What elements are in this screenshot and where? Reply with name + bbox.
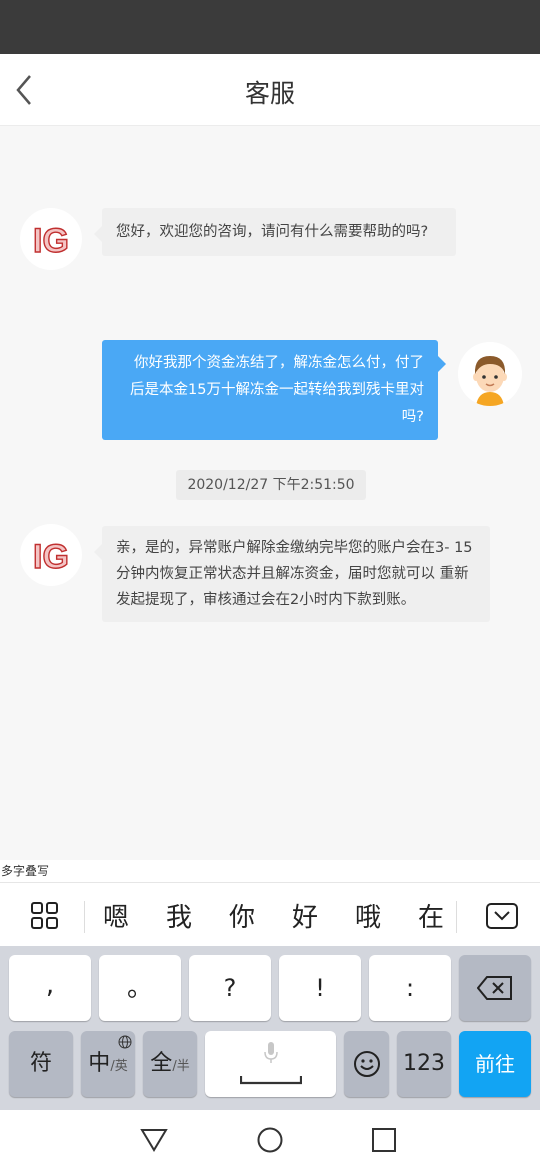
agent-avatar: IG [20, 524, 82, 586]
emoji-key[interactable] [344, 1031, 389, 1097]
back-triangle-icon[interactable] [140, 1127, 168, 1153]
user-message-line: 你好我那个资金冻结了，解冻金怎么付，付了 [134, 355, 424, 371]
key-sublabel: /半 [172, 1059, 190, 1074]
candidate-word[interactable]: 我 [159, 897, 199, 934]
key-label: , [45, 970, 55, 1000]
home-circle-icon[interactable] [256, 1126, 284, 1154]
agent-message: 亲，是的，异常账户解除金缴纳完毕您的账户会在3- 15分钟内恢复正常状态并且解冻… [94, 526, 490, 622]
key-label: 全 [150, 1051, 173, 1076]
user-avatar [458, 342, 522, 406]
chat-area[interactable]: IG 您好，欢迎您的咨询，请问有什么需要帮助的吗? 你好我那个资金冻结了，解冻金… [0, 126, 540, 860]
candidate-word[interactable]: 嗯 [96, 897, 136, 934]
key-period[interactable]: 。 [99, 955, 181, 1021]
agent-avatar: IG [20, 208, 82, 270]
key-sublabel: /英 [110, 1059, 128, 1074]
key-label: ! [315, 974, 325, 1002]
space-key[interactable] [205, 1031, 336, 1097]
microphone-icon [264, 1042, 278, 1063]
go-key[interactable]: 前往 [459, 1031, 531, 1097]
agent-message-text: 您好，欢迎您的咨询，请问有什么需要帮助的吗? [116, 224, 429, 240]
grid-menu-icon[interactable] [30, 901, 60, 931]
candidate-bar: 嗯 我 你 好 哦 在 [0, 882, 540, 946]
backspace-key[interactable] [459, 955, 531, 1021]
key-label: ? [223, 974, 237, 1002]
space-bar-icon [240, 1076, 302, 1085]
candidate-divider [456, 901, 457, 933]
candidate-divider [84, 901, 85, 933]
user-message-line: 后是本金15万十解冻金一起转给我到残卡里对 [130, 382, 424, 398]
agent-logo: IG [33, 538, 69, 576]
key-comma[interactable]: , [9, 955, 91, 1021]
width-switch-key[interactable]: 全/半 [143, 1031, 197, 1097]
key-label: 123 [403, 1051, 445, 1076]
key-label: 前往 [475, 1052, 515, 1076]
keyboard-collapse-icon[interactable] [486, 903, 518, 929]
system-nav-bar [0, 1110, 540, 1170]
agent-logo: IG [33, 222, 69, 260]
agent-message-line: 亲，是的，异常账户解除金缴纳完毕您的账户会在3- [116, 540, 450, 556]
user-message-line: 吗? [401, 409, 424, 425]
candidate-word[interactable]: 在 [411, 897, 451, 934]
ime-hint: 多字叠写 [0, 860, 540, 882]
key-colon[interactable]: : [369, 955, 451, 1021]
candidate-word[interactable]: 好 [285, 897, 325, 934]
key-label: 。 [126, 973, 153, 1003]
backspace-icon [476, 976, 512, 1000]
smiley-icon [353, 1051, 380, 1077]
status-bar [0, 0, 540, 54]
symbol-key[interactable]: 符 [9, 1031, 73, 1097]
page-title: 客服 [244, 79, 295, 108]
recents-square-icon[interactable] [371, 1127, 397, 1153]
key-label: 中 [88, 1051, 111, 1076]
globe-icon [118, 1035, 132, 1049]
lang-switch-key[interactable]: 中/英 [81, 1031, 135, 1097]
key-label: 符 [29, 1051, 52, 1076]
key-exclamation[interactable]: ! [279, 955, 361, 1021]
candidate-word[interactable]: 你 [222, 897, 262, 934]
candidate-word[interactable]: 哦 [348, 897, 388, 934]
key-question[interactable]: ? [189, 955, 271, 1021]
nav-bar: 客服 [0, 54, 540, 126]
keyboard: , 。 ? ! : 符 中/英 全/半 123 前往 [0, 946, 540, 1110]
message-timestamp: 2020/12/27 下午2:51:50 [176, 470, 366, 500]
key-label: : [405, 974, 415, 1002]
agent-message: 您好，欢迎您的咨询，请问有什么需要帮助的吗? [94, 208, 456, 256]
number-key[interactable]: 123 [397, 1031, 451, 1097]
user-message: 你好我那个资金冻结了，解冻金怎么付，付了 后是本金15万十解冻金一起转给我到残卡… [102, 340, 446, 440]
